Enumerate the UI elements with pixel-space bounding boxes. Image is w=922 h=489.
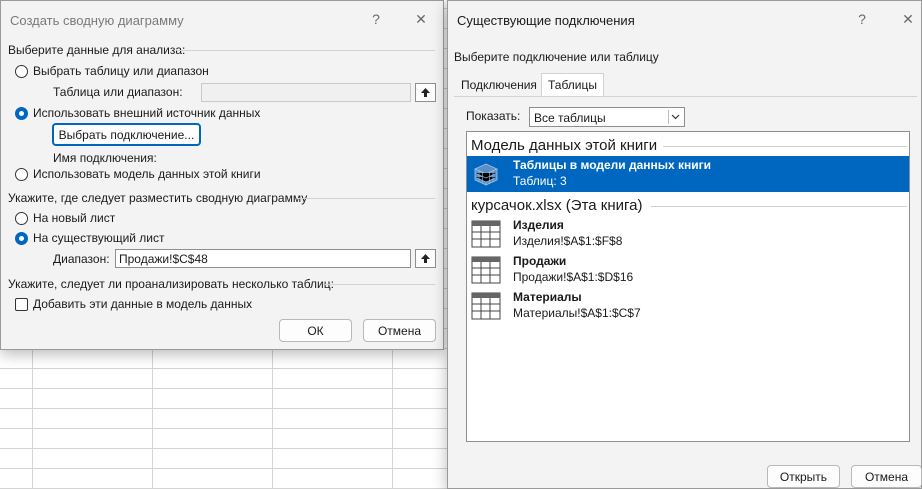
- connections-prompt: Выберите подключение или таблицу: [454, 50, 659, 64]
- tab-tables[interactable]: Таблицы: [541, 73, 605, 97]
- item-detail: Материалы!$A$1:$C$7: [513, 306, 641, 320]
- item-name: Изделия: [513, 218, 564, 232]
- tab-panel-divider: [454, 96, 917, 97]
- list-item-data-model-tables[interactable]: Таблицы в модели данных книги Таблиц: 3: [467, 156, 909, 192]
- dialog-titlebar: Создать сводную диаграмму ? ✕: [1, 1, 443, 37]
- item-name: Таблицы в модели данных книги: [513, 158, 712, 172]
- connections-list[interactable]: Модель данных этой книги Таблицы в модел…: [466, 131, 910, 442]
- collapse-range-button[interactable]: [415, 249, 436, 268]
- radio-label: На новый лист: [33, 211, 116, 225]
- cancel-button[interactable]: Отмена: [363, 319, 436, 342]
- group-header: курсачок.xlsx (Эта книга): [471, 197, 643, 214]
- range-label: Диапазон:: [53, 252, 110, 266]
- show-dropdown[interactable]: Все таблицы: [529, 107, 685, 127]
- radio-external-source[interactable]: Использовать внешний источник данных: [15, 106, 260, 120]
- group-divider: [651, 206, 907, 207]
- add-to-model-checkbox[interactable]: [15, 297, 28, 311]
- section-data-label: Выберите данные для анализа:: [8, 43, 186, 57]
- collapse-range-button[interactable]: [415, 83, 436, 102]
- help-icon[interactable]: ?: [852, 11, 872, 27]
- radio-label: На существующий лист: [33, 231, 165, 245]
- list-item-table-prodazhi[interactable]: Продажи Продажи!$A$1:$D$16: [467, 252, 909, 288]
- radio-label: Выбрать таблицу или диапазон: [33, 64, 209, 78]
- dialog-titlebar: Существующие подключения ? ✕: [448, 1, 921, 37]
- radio-label: Использовать модель данных этой книги: [33, 167, 261, 181]
- ok-button[interactable]: ОК: [279, 319, 352, 342]
- checkbox-label: Добавить эти данные в модель данных: [33, 297, 253, 311]
- radio-new-sheet[interactable]: На новый лист: [15, 211, 115, 225]
- radio-button[interactable]: [15, 211, 28, 225]
- show-label: Показать:: [466, 109, 521, 123]
- item-name: Продажи: [513, 254, 567, 268]
- list-item-table-izdeliya[interactable]: Изделия Изделия!$A$1:$F$8: [467, 216, 909, 252]
- arrow-up-icon: [421, 88, 430, 97]
- cancel-button[interactable]: Отмена: [851, 465, 922, 488]
- list-item-table-materialy[interactable]: Материалы Материалы!$A$1:$C$7: [467, 288, 909, 324]
- item-detail: Таблиц: 3: [513, 174, 567, 188]
- radio-table-range[interactable]: Выбрать таблицу или диапазон: [15, 64, 209, 78]
- item-detail: Изделия!$A$1:$F$8: [513, 234, 623, 248]
- radio-existing-sheet[interactable]: На существующий лист: [15, 231, 165, 245]
- item-name: Материалы: [513, 290, 582, 304]
- group-divider: [663, 146, 907, 147]
- item-detail: Продажи!$A$1:$D$16: [513, 270, 634, 284]
- radio-data-model[interactable]: Использовать модель данных этой книги: [15, 167, 261, 181]
- choose-connection-button[interactable]: Выбрать подключение...: [52, 123, 201, 146]
- data-model-cube-icon: [474, 163, 498, 186]
- show-dropdown-value: Все таблицы: [534, 111, 606, 125]
- add-to-model-checkbox-row[interactable]: Добавить эти данные в модель данных: [15, 297, 252, 311]
- radio-button-selected[interactable]: [15, 106, 28, 120]
- section-divider: [323, 284, 435, 285]
- open-button[interactable]: Открыть: [767, 465, 840, 488]
- chevron-down-icon: [668, 110, 682, 124]
- arrow-up-icon: [421, 254, 430, 263]
- range-input[interactable]: Продажи!$C$48: [115, 249, 411, 268]
- tab-connections[interactable]: Подключения: [455, 74, 543, 96]
- section-divider: [297, 198, 435, 199]
- dialog-title: Создать сводную диаграмму: [10, 13, 184, 28]
- connection-name-label: Имя подключения:: [53, 151, 157, 165]
- table-range-label: Таблица или диапазон:: [53, 85, 183, 99]
- close-icon[interactable]: ✕: [411, 11, 431, 28]
- radio-button-selected[interactable]: [15, 231, 28, 245]
- table-range-input[interactable]: [201, 83, 411, 102]
- table-icon: [471, 256, 501, 284]
- dialog-title: Существующие подключения: [457, 13, 635, 28]
- table-icon: [471, 292, 501, 320]
- help-icon[interactable]: ?: [366, 11, 386, 27]
- group-header: Модель данных этой книги: [471, 137, 658, 154]
- radio-button[interactable]: [15, 167, 28, 181]
- radio-button[interactable]: [15, 64, 28, 78]
- table-icon: [471, 220, 501, 248]
- section-location-label: Укажите, где следует разместить сводную …: [8, 191, 308, 205]
- section-divider: [177, 50, 435, 51]
- create-pivot-chart-dialog: Создать сводную диаграмму ? ✕ Выберите д…: [0, 0, 444, 350]
- radio-label: Использовать внешний источник данных: [33, 106, 261, 120]
- section-multiple-label: Укажите, следует ли проанализировать нес…: [8, 277, 334, 291]
- close-icon[interactable]: ✕: [898, 11, 918, 28]
